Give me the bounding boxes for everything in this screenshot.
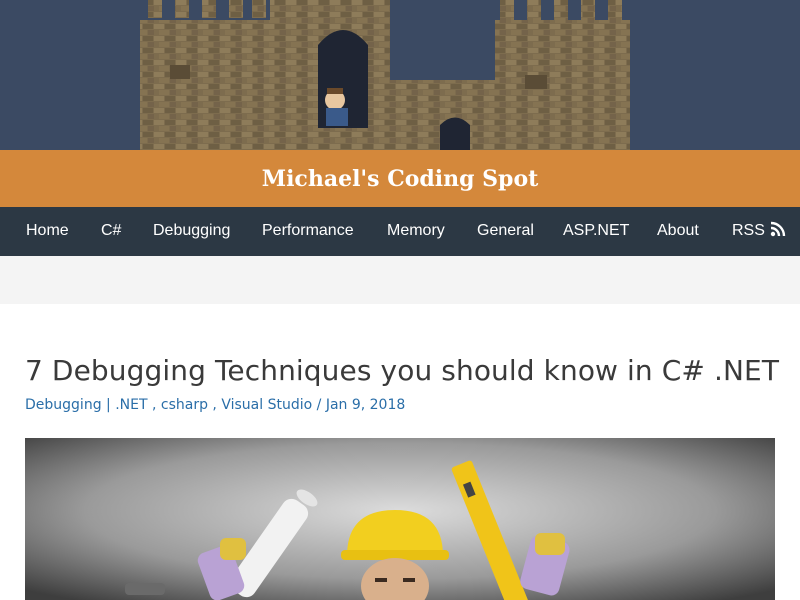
site-title-bar: Michael's Coding Spot [0, 150, 800, 207]
construction-worker-photo [25, 438, 775, 600]
castle-illustration [140, 0, 630, 150]
meta-separator: | [101, 397, 116, 413]
nav-item-rss-label: RSS [732, 222, 765, 239]
post-title[interactable]: 7 Debugging Techniques you should know i… [25, 354, 779, 387]
nav-item-performance[interactable]: Performance [262, 207, 354, 256]
nav-item-rss[interactable]: RSS [732, 207, 786, 256]
tag-link-visual-studio[interactable]: Visual Studio [221, 397, 312, 413]
hero-image [25, 438, 775, 600]
category-link[interactable]: Debugging [25, 397, 102, 413]
header-banner [0, 0, 800, 150]
site-title[interactable]: Michael's Coding Spot [262, 166, 539, 192]
nav-item-debugging[interactable]: Debugging [153, 207, 230, 256]
nav-item-about[interactable]: About [657, 207, 699, 256]
date-separator: / [312, 397, 326, 413]
rss-icon [770, 221, 786, 236]
tag-separator: , [147, 397, 161, 413]
nav-item-memory[interactable]: Memory [387, 207, 445, 256]
tag-link-dotnet[interactable]: .NET [115, 397, 147, 413]
post-meta: Debugging | .NET , csharp , Visual Studi… [25, 397, 405, 413]
nav-item-aspnet[interactable]: ASP.NET [563, 207, 629, 256]
tag-link-csharp[interactable]: csharp [161, 397, 208, 413]
nav-item-general[interactable]: General [477, 207, 534, 256]
main-nav: Home C# Debugging Performance Memory Gen… [0, 207, 800, 256]
content-top-strip [0, 256, 800, 304]
post-date[interactable]: Jan 9, 2018 [326, 397, 405, 413]
nav-item-home[interactable]: Home [26, 207, 69, 256]
nav-item-csharp[interactable]: C# [101, 207, 121, 256]
tag-separator: , [207, 397, 222, 413]
